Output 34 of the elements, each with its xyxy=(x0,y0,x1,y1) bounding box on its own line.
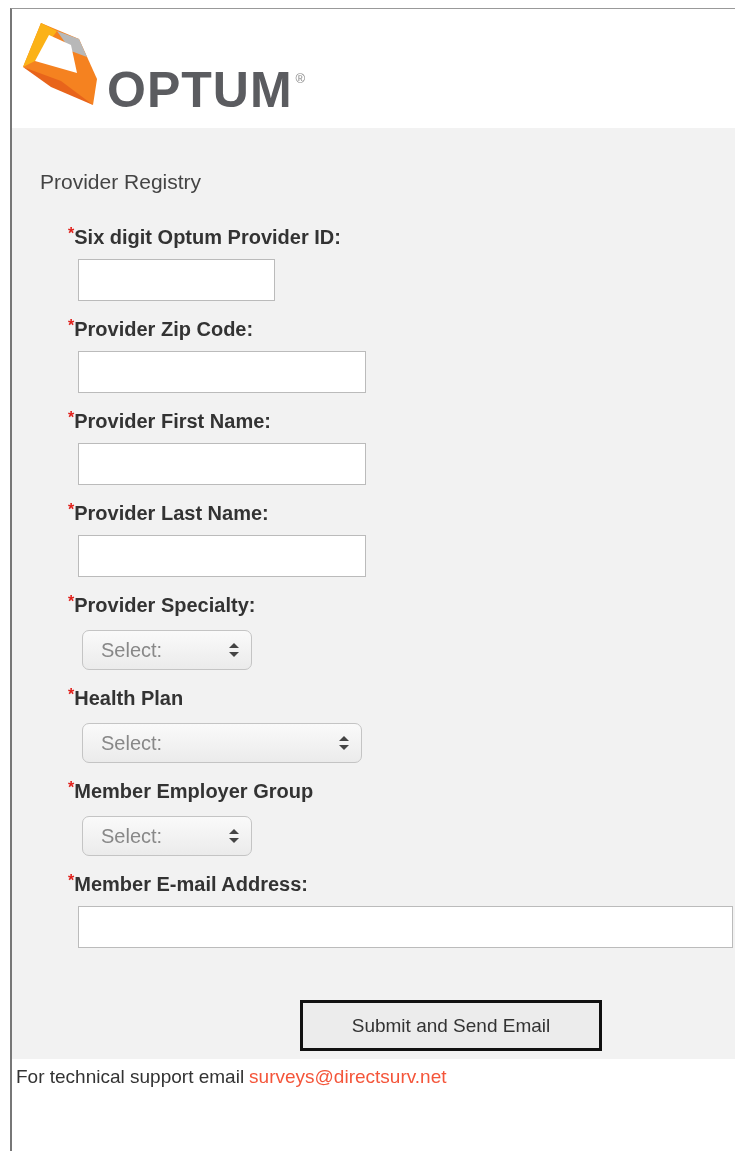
field-label: Provider First Name: xyxy=(74,409,271,433)
dropdown-arrows-icon xyxy=(339,736,349,750)
field-label: Provider Zip Code: xyxy=(74,317,254,341)
logo-wordmark: OPTUM xyxy=(107,65,293,115)
select-dropdown[interactable]: Select: xyxy=(82,816,252,856)
input-field[interactable] xyxy=(78,535,366,577)
dropdown-arrows-icon xyxy=(229,643,239,657)
required-mark: * xyxy=(68,501,75,518)
input-field[interactable] xyxy=(78,443,366,485)
field-label: Member E-mail Address: xyxy=(74,872,308,896)
select-dropdown[interactable]: Select: xyxy=(82,723,362,763)
required-mark: * xyxy=(68,779,75,796)
input-field[interactable] xyxy=(78,906,733,948)
input-field[interactable] xyxy=(78,351,366,393)
required-mark: * xyxy=(68,317,75,334)
field-label: Six digit Optum Provider ID: xyxy=(74,225,341,249)
field-label: Health Plan xyxy=(74,686,184,710)
field-label: Provider Specialty: xyxy=(74,593,256,617)
support-email-link[interactable]: surveys@directsurv.net xyxy=(249,1066,447,1087)
field-label: Member Employer Group xyxy=(74,779,314,803)
submit-button[interactable]: Submit and Send Email xyxy=(300,1000,602,1051)
logo-icon xyxy=(21,21,97,105)
required-mark: * xyxy=(68,225,75,242)
dropdown-arrows-icon xyxy=(229,829,239,843)
required-mark: * xyxy=(68,872,75,889)
registered-mark: ® xyxy=(295,71,306,86)
required-mark: * xyxy=(68,593,75,610)
select-dropdown[interactable]: Select: xyxy=(82,630,252,670)
form-title: Provider Registry xyxy=(40,170,203,194)
required-mark: * xyxy=(68,686,75,703)
required-mark: * xyxy=(68,409,75,426)
input-field[interactable] xyxy=(78,259,275,301)
support-text: For technical support email xyxy=(16,1066,245,1087)
field-label: Provider Last Name: xyxy=(74,501,269,525)
